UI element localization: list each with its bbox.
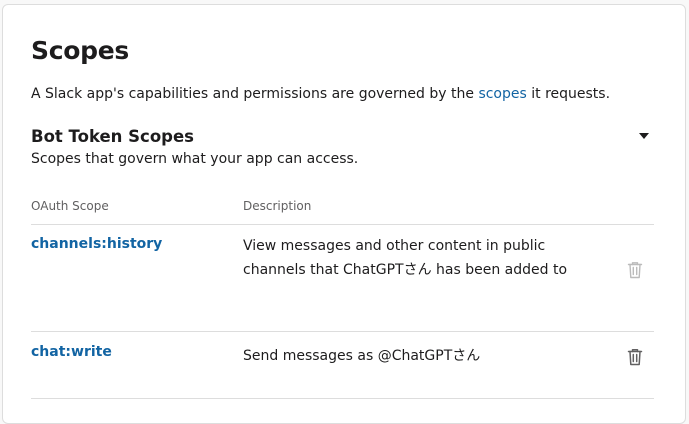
page-title: Scopes [31, 36, 129, 65]
bot-token-scopes-subtitle: Scopes that govern what your app can acc… [31, 151, 359, 167]
row-divider [31, 398, 654, 399]
intro-text-after: it requests. [526, 86, 611, 102]
scopes-intro: A Slack app's capabilities and permissio… [31, 86, 610, 102]
scope-description: View messages and other content in publi… [243, 238, 568, 278]
description-column-header: Description [243, 199, 312, 213]
intro-text-before: A Slack app's capabilities and permissio… [31, 86, 479, 102]
trash-icon[interactable] [627, 261, 643, 279]
bot-token-scopes-title: Bot Token Scopes [31, 127, 194, 146]
oauth-scope-column-header: OAuth Scope [31, 199, 109, 213]
scope-name[interactable]: channels:history [31, 236, 162, 252]
scope-description: Send messages as @ChatGPTさん [243, 348, 481, 364]
header-divider [31, 224, 654, 225]
caret-down-icon[interactable] [638, 131, 650, 141]
scopes-link[interactable]: scopes [478, 86, 526, 102]
trash-icon[interactable] [627, 348, 643, 366]
row-divider [31, 331, 654, 332]
scope-name[interactable]: chat:write [31, 344, 112, 360]
